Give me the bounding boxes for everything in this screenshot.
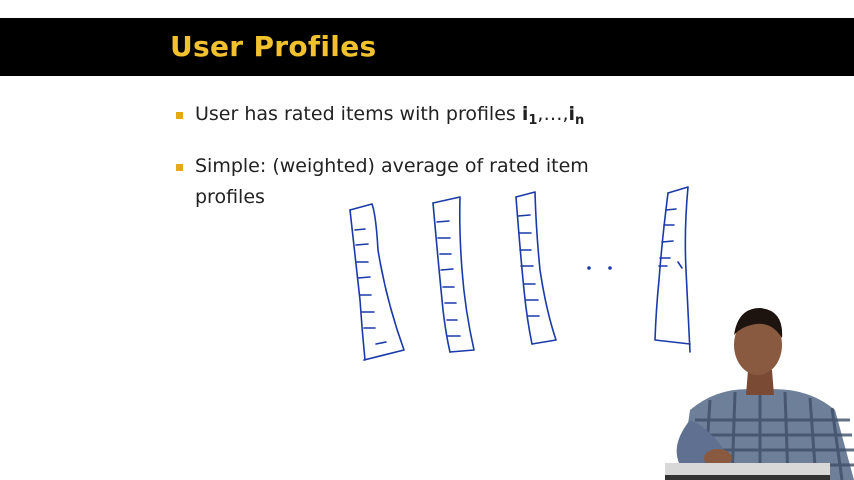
presenter-figure: [665, 308, 854, 480]
ellipsis-dots: [587, 266, 612, 270]
item-profile-vector: [432, 196, 475, 353]
item-profile-vector: [515, 191, 557, 345]
item-profile-vector: [349, 203, 405, 361]
presenter-video: [660, 300, 854, 480]
